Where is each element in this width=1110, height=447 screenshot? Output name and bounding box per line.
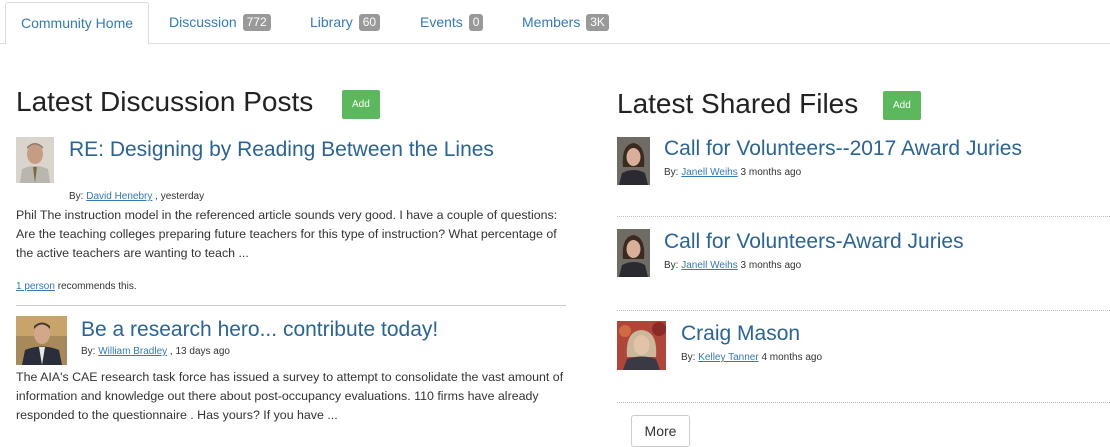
by-label: By: xyxy=(69,191,84,202)
count-badge: 772 xyxy=(242,14,271,31)
tab-discussion[interactable]: Discussion 772 xyxy=(169,0,271,44)
community-tabs: Community Home Discussion 772 Library 60… xyxy=(0,0,1110,45)
file-time: 3 months ago xyxy=(740,260,802,271)
author-avatar[interactable] xyxy=(16,137,54,183)
by-label: By: xyxy=(664,167,679,178)
author-link[interactable]: Janell Weihs xyxy=(681,260,738,271)
by-label: By: xyxy=(664,260,679,271)
recommendation: 1 person recommends this. xyxy=(16,281,137,292)
post-excerpt: The AIA's CAE research task force has is… xyxy=(16,370,564,422)
count-badge: 60 xyxy=(358,14,381,31)
file-time: 4 months ago xyxy=(761,352,823,363)
tab-members[interactable]: Members 3K xyxy=(522,0,609,44)
avatar-photo-icon xyxy=(16,316,67,365)
tab-library[interactable]: Library 60 xyxy=(310,0,381,44)
tab-label: Community Home xyxy=(21,15,134,31)
avatar-photo-icon xyxy=(617,229,650,277)
author-link[interactable]: Kelley Tanner xyxy=(698,352,758,363)
tab-events[interactable]: Events 0 xyxy=(420,0,484,44)
avatar-photo-icon xyxy=(16,137,54,183)
file-byline: By: Janell Weihs 3 months ago xyxy=(664,260,801,271)
post-byline: By: William Bradley , 13 days ago xyxy=(81,346,230,357)
post-byline: By: David Henebry , yesterday xyxy=(69,191,204,202)
file-byline: By: Janell Weihs 3 months ago xyxy=(664,167,801,178)
author-avatar[interactable] xyxy=(617,229,650,277)
author-link[interactable]: David Henebry xyxy=(86,191,152,202)
file-divider xyxy=(617,310,1110,311)
by-label: By: xyxy=(81,346,96,357)
add-file-button[interactable]: Add xyxy=(883,91,921,120)
recommenders-link[interactable]: 1 person xyxy=(16,281,55,292)
author-avatar[interactable] xyxy=(16,316,67,365)
file-divider xyxy=(617,402,1110,403)
author-avatar[interactable] xyxy=(617,137,650,185)
tab-label: Members xyxy=(522,14,581,30)
count-badge: 0 xyxy=(468,14,484,31)
author-link[interactable]: William Bradley xyxy=(98,346,167,357)
add-discussion-button[interactable]: Add xyxy=(342,90,380,119)
tab-label: Discussion xyxy=(169,14,237,30)
post-time: , 13 days ago xyxy=(169,346,230,357)
file-divider xyxy=(617,216,1110,217)
file-time: 3 months ago xyxy=(740,167,802,178)
post-excerpt: Phil The instruction model in the refere… xyxy=(16,208,558,260)
tab-label: Events xyxy=(420,14,463,30)
tab-community-home[interactable]: Community Home xyxy=(5,2,150,45)
recommend-text: recommends this. xyxy=(57,281,137,292)
post-divider xyxy=(16,305,566,306)
author-avatar[interactable] xyxy=(617,321,666,370)
discussion-section-title: Latest Discussion Posts xyxy=(16,86,314,117)
by-label: By: xyxy=(681,352,696,363)
avatar-photo-icon xyxy=(617,137,650,185)
files-section-title: Latest Shared Files xyxy=(617,88,859,119)
more-files-button[interactable]: More xyxy=(631,415,690,447)
count-badge: 3K xyxy=(586,14,609,31)
avatar-photo-icon xyxy=(617,321,666,370)
tab-label: Library xyxy=(310,14,353,30)
file-title-link[interactable]: Craig Mason xyxy=(681,322,800,346)
post-title-link[interactable]: Be a research hero... contribute today! xyxy=(81,317,551,342)
file-byline: By: Kelley Tanner 4 months ago xyxy=(681,352,822,363)
author-link[interactable]: Janell Weihs xyxy=(681,167,738,178)
post-time: , yesterday xyxy=(155,191,205,202)
file-title-link[interactable]: Call for Volunteers--2017 Award Juries xyxy=(664,137,1022,161)
post-title-link[interactable]: RE: Designing by Reading Between the Lin… xyxy=(69,137,499,162)
file-title-link[interactable]: Call for Volunteers-Award Juries xyxy=(664,230,964,254)
